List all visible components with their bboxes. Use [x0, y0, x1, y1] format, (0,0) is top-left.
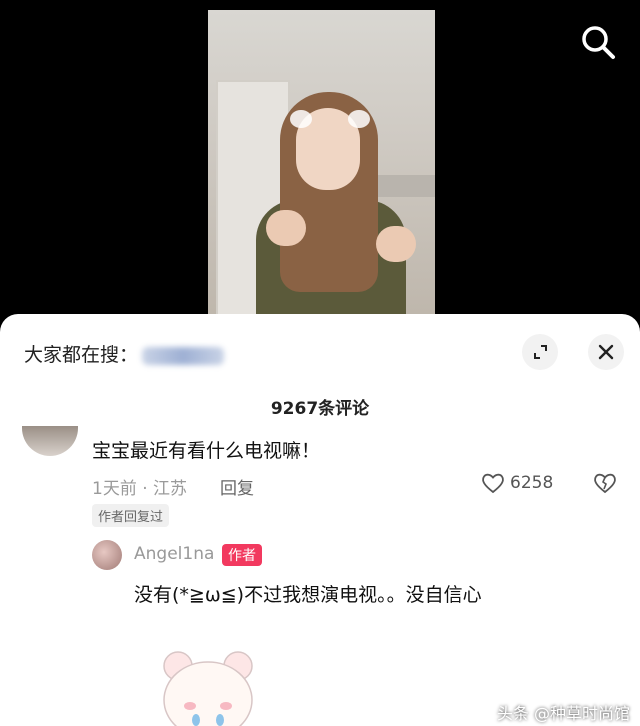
- like-count: 6258: [510, 473, 554, 493]
- comment-text[interactable]: 宝宝最近有看什么电视嘛！: [92, 436, 320, 463]
- close-icon: [598, 344, 614, 360]
- reply-button[interactable]: 回复: [220, 474, 254, 499]
- author-badge: 作者: [222, 544, 262, 566]
- reply-avatar[interactable]: [92, 540, 122, 570]
- bear-sticker: [163, 651, 253, 726]
- author-replied-tag: 作者回复过: [92, 504, 170, 527]
- comment-sheet: 大家都在搜： 9267条评论 宝宝最近有看什么电视嘛！ 1天前 · 江苏 回复 …: [0, 314, 640, 726]
- comment-meta: 1天前 · 江苏: [92, 479, 188, 499]
- expand-icon: [534, 345, 547, 359]
- heart-icon: [482, 473, 504, 494]
- blurred-search-term: [142, 346, 225, 365]
- comment-count: 9267条评论: [270, 399, 370, 419]
- video-frame[interactable]: [208, 10, 435, 330]
- search-button[interactable]: [578, 22, 618, 62]
- close-button[interactable]: [588, 334, 624, 370]
- video-player[interactable]: [0, 0, 640, 330]
- broken-heart-icon: [594, 473, 616, 494]
- search-icon: [582, 26, 615, 59]
- reply-text[interactable]: 没有(*≧ω≦)不过我想演电视。。没自信心: [134, 580, 482, 607]
- expand-button[interactable]: [522, 334, 558, 370]
- avatar[interactable]: [22, 426, 78, 456]
- like-button[interactable]: 6258: [480, 470, 553, 496]
- video-hand-right: [376, 226, 416, 262]
- video-hand-left: [266, 210, 306, 246]
- video-ear-filter-left: [290, 110, 312, 128]
- search-suggestion[interactable]: 大家都在搜：: [24, 340, 225, 367]
- reply-username[interactable]: Angel1na: [134, 544, 214, 564]
- watermark: 头条 @种草时尚馆: [496, 704, 630, 723]
- video-ear-filter-right: [348, 110, 370, 128]
- dislike-button[interactable]: [592, 470, 618, 500]
- search-suggestion-label: 大家都在搜：: [24, 344, 139, 366]
